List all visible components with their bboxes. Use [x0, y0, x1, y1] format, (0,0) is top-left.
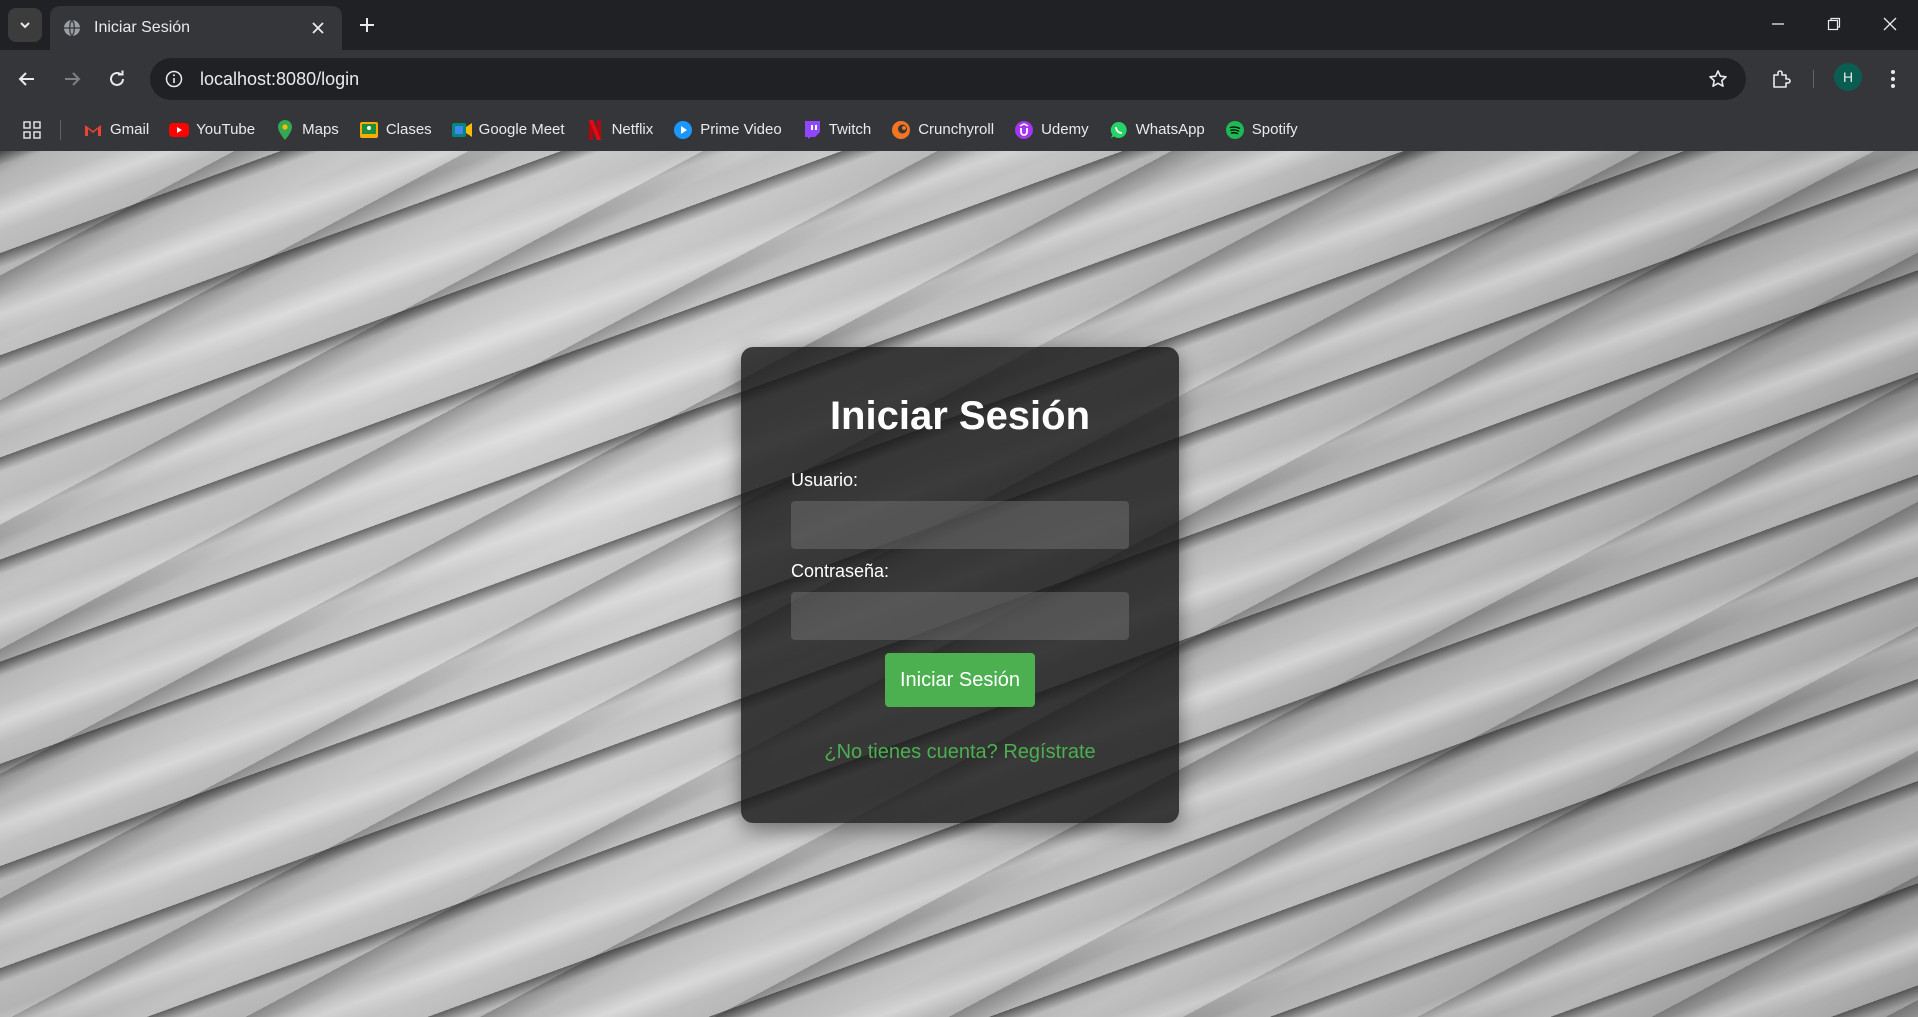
- plus-icon: [360, 18, 374, 32]
- bookmark-netflix[interactable]: Netflix: [577, 115, 662, 145]
- twitch-icon: [802, 120, 822, 140]
- apps-button[interactable]: [18, 116, 46, 144]
- bookmark-prime-video[interactable]: Prime Video: [665, 115, 789, 145]
- youtube-icon: [169, 120, 190, 140]
- bookmark-label: Google Meet: [478, 121, 565, 138]
- bookmark-spotify[interactable]: Spotify: [1217, 115, 1306, 145]
- bookmark-maps[interactable]: Maps: [267, 115, 347, 145]
- bookmark-udemy[interactable]: Udemy: [1006, 115, 1097, 145]
- reload-button[interactable]: [100, 62, 134, 96]
- arrow-right-icon: [65, 72, 81, 86]
- profile-avatar[interactable]: H: [1834, 63, 1862, 91]
- bookmarks-bar: Gmail YouTube Maps Clases Google Meet Ne…: [0, 108, 1918, 151]
- arrow-left-icon: [18, 72, 34, 86]
- browser-toolbar: localhost:8080/login H: [0, 50, 1918, 108]
- site-info-icon[interactable]: [156, 61, 192, 97]
- tab-strip: Iniciar Sesión: [0, 0, 1918, 50]
- crunchyroll-icon: [891, 120, 911, 140]
- bookmark-label: Twitch: [828, 121, 872, 138]
- bookmark-label: Prime Video: [700, 121, 782, 138]
- forward-button[interactable]: [55, 62, 89, 96]
- bookmarks-divider: [60, 119, 61, 140]
- reload-icon: [110, 70, 124, 86]
- bookmark-youtube[interactable]: YouTube: [161, 115, 263, 145]
- spotify-icon: [1225, 120, 1245, 140]
- page-background: Iniciar Sesión Usuario: Contraseña: Inic…: [0, 151, 1918, 1017]
- close-window-button[interactable]: [1862, 0, 1918, 48]
- bookmark-label: Netflix: [611, 121, 654, 138]
- globe-icon: [62, 18, 82, 38]
- login-card: Iniciar Sesión Usuario: Contraseña: Inic…: [741, 347, 1179, 823]
- bookmark-star-icon[interactable]: [1700, 61, 1736, 97]
- prime-video-icon: [673, 120, 693, 140]
- minimize-icon: [1772, 23, 1784, 25]
- bookmark-whatsapp[interactable]: WhatsApp: [1101, 115, 1213, 145]
- bookmark-label: YouTube: [196, 121, 256, 138]
- minimize-button[interactable]: [1750, 0, 1806, 48]
- restore-icon: [1827, 17, 1841, 31]
- classroom-icon: [359, 120, 379, 140]
- close-icon: [1883, 17, 1897, 31]
- tab-title: Iniciar Sesión: [94, 19, 191, 36]
- login-title: Iniciar Sesión: [829, 394, 1091, 438]
- bookmark-google-meet[interactable]: Google Meet: [444, 115, 573, 145]
- whatsapp-icon: [1109, 120, 1129, 140]
- toolbar-divider: [1813, 70, 1814, 88]
- chevron-down-icon: [20, 22, 30, 29]
- bookmark-label: Clases: [385, 121, 432, 138]
- meet-icon: [451, 120, 472, 140]
- url-text[interactable]: localhost:8080/login: [200, 69, 1700, 90]
- extensions-button[interactable]: [1764, 62, 1798, 96]
- new-tab-button[interactable]: [352, 10, 382, 40]
- username-label: Usuario:: [791, 470, 859, 490]
- bookmark-label: Maps: [302, 121, 339, 138]
- maps-icon: [275, 119, 295, 140]
- bookmark-label: Udemy: [1041, 121, 1089, 138]
- bookmark-gmail[interactable]: Gmail: [75, 115, 157, 145]
- menu-button[interactable]: [1876, 62, 1910, 96]
- address-bar[interactable]: localhost:8080/login: [150, 58, 1746, 100]
- close-icon: [312, 22, 324, 34]
- bookmark-label: WhatsApp: [1135, 121, 1205, 138]
- bookmark-clases[interactable]: Clases: [351, 115, 440, 145]
- bookmark-crunchyroll[interactable]: Crunchyroll: [883, 115, 1002, 145]
- register-link[interactable]: ¿No tienes cuenta? Regístrate: [791, 741, 1129, 764]
- bookmark-label: Spotify: [1251, 121, 1298, 138]
- restore-button[interactable]: [1806, 0, 1862, 48]
- netflix-icon: [585, 119, 605, 140]
- back-button[interactable]: [10, 62, 44, 96]
- udemy-icon: [1014, 120, 1034, 140]
- bookmark-label: Crunchyroll: [918, 121, 995, 138]
- password-input[interactable]: [791, 592, 1129, 640]
- gmail-icon: [83, 120, 103, 140]
- tab-close-button[interactable]: [306, 16, 330, 40]
- username-input[interactable]: [791, 501, 1129, 549]
- apps-grid-icon: [23, 120, 41, 139]
- tab-search-button[interactable]: [8, 8, 42, 42]
- puzzle-icon: [1773, 70, 1791, 88]
- active-tab[interactable]: Iniciar Sesión: [50, 6, 342, 50]
- bookmark-twitch[interactable]: Twitch: [794, 115, 880, 145]
- password-label: Contraseña:: [791, 561, 890, 581]
- login-submit-button[interactable]: Iniciar Sesión: [885, 653, 1035, 707]
- more-vert-icon: [1891, 70, 1895, 88]
- bookmark-label: Gmail: [110, 121, 150, 138]
